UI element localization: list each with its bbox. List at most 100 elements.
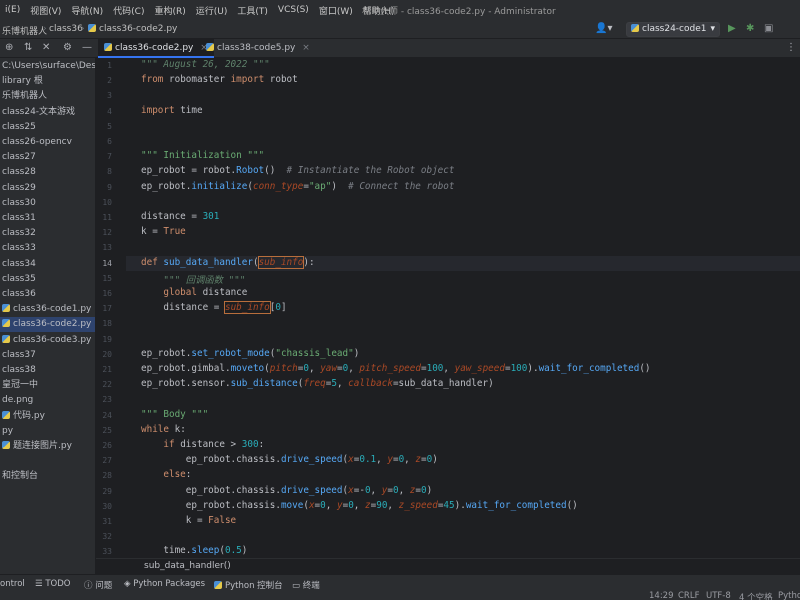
code-line[interactable]: ep_robot.gimbal.moveto(pitch=0, yaw=0, p…: [141, 363, 651, 378]
line-number[interactable]: 5: [96, 122, 112, 131]
breadcrumb-file[interactable]: class36-code2.py: [88, 24, 177, 34]
user-icon[interactable]: 👤▾: [595, 23, 612, 35]
code-line[interactable]: time.sleep(0.5): [141, 545, 247, 558]
code-line[interactable]: from robomaster import robot: [141, 74, 298, 89]
tree-item[interactable]: [0, 454, 95, 469]
code-line[interactable]: ep_robot.set_robot_mode("chassis_lead"): [141, 348, 359, 363]
code-line[interactable]: ep_robot.chassis.drive_speed(x=0.1, y=0,…: [141, 454, 438, 469]
line-number-gutter[interactable]: 1 2 3 4 5 6 7 8 9 10 11 12 13 14 15 16 17 18 19 20 21 22 23 24 2…: [96, 58, 126, 558]
breadcrumb-folder[interactable]: class36: [49, 24, 83, 34]
line-number[interactable]: 30: [96, 502, 112, 511]
tree-item[interactable]: 题连接图片.py: [0, 439, 95, 454]
line-number[interactable]: 15: [96, 274, 112, 283]
code-line[interactable]: else:: [141, 469, 191, 484]
coverage-icon[interactable]: ▣: [764, 23, 773, 35]
gear-icon[interactable]: ⚙: [63, 42, 72, 54]
status-line-separator[interactable]: CRLF: [678, 591, 699, 600]
tree-item[interactable]: py: [0, 424, 95, 439]
line-number[interactable]: 12: [96, 228, 112, 237]
breadcrumb-project[interactable]: 乐博机器人: [2, 24, 47, 37]
tree-item[interactable]: class28: [0, 165, 95, 180]
tree-item[interactable]: class36-code3.py: [0, 333, 95, 348]
tree-item[interactable]: class35: [0, 272, 95, 287]
status-interpreter[interactable]: Pytho: [778, 591, 800, 600]
menu-item-refactor[interactable]: 重构(R): [149, 4, 190, 17]
line-number[interactable]: 4: [96, 107, 112, 116]
line-number[interactable]: 19: [96, 335, 112, 344]
line-number[interactable]: 24: [96, 411, 112, 420]
status-caret-position[interactable]: 14:29: [649, 591, 674, 600]
code-line[interactable]: ep_robot.initialize(conn_type="ap") # Co…: [141, 181, 455, 196]
tree-item[interactable]: de.png: [0, 393, 95, 408]
tool-window-problems[interactable]: ⓘ 问题: [84, 579, 112, 591]
line-number[interactable]: 1: [96, 61, 112, 70]
project-tree[interactable]: C:\Users\surface\Desk library 根乐博机器人 class…: [0, 58, 96, 574]
menu-item-code[interactable]: 代码(C): [108, 4, 149, 17]
run-config-selector[interactable]: class24-code1 ▾: [626, 22, 720, 37]
tab-class38-code5[interactable]: class38-code5.py ×: [200, 39, 316, 58]
code-line[interactable]: ep_robot.sensor.sub_distance(freq=5, cal…: [141, 378, 494, 393]
line-number[interactable]: 2: [96, 76, 112, 85]
tree-item[interactable]: class38: [0, 363, 95, 378]
target-icon[interactable]: ⊕: [5, 42, 13, 54]
code-line[interactable]: if distance > 300:: [141, 439, 264, 454]
code-line[interactable]: ep_robot.chassis.drive_speed(x=-0, y=0, …: [141, 485, 432, 500]
tree-item[interactable]: class25: [0, 120, 95, 135]
line-number[interactable]: 33: [96, 547, 112, 556]
tree-item[interactable]: C:\Users\surface\Desk: [0, 59, 95, 74]
code-line[interactable]: """ August 26, 2022 """: [141, 59, 270, 74]
line-number[interactable]: 17: [96, 304, 112, 313]
tree-item[interactable]: class34: [0, 257, 95, 272]
line-number[interactable]: 6: [96, 137, 112, 146]
code-line[interactable]: ep_robot = robot.Robot() # Instantiate t…: [141, 165, 454, 180]
tree-item[interactable]: library 根: [0, 74, 95, 89]
tree-item[interactable]: 代码.py: [0, 409, 95, 424]
tree-item[interactable]: class32: [0, 226, 95, 241]
tool-window-control[interactable]: ontrol: [0, 579, 25, 589]
expand-icon[interactable]: ✕: [42, 42, 50, 54]
code-line[interactable]: while k:: [141, 424, 186, 439]
code-line[interactable]: k = True: [141, 226, 186, 241]
line-number[interactable]: 26: [96, 441, 112, 450]
tree-item[interactable]: class24-文本游戏: [0, 105, 95, 120]
code-line[interactable]: distance = 301: [141, 211, 219, 226]
tool-window-python-console[interactable]: Python 控制台: [214, 579, 283, 591]
code-line[interactable]: ep_robot.chassis.move(x=0, y=0, z=90, z_…: [141, 500, 578, 515]
code-line[interactable]: """ 回调函数 """: [141, 272, 245, 287]
tree-item[interactable]: class36-code2.py: [0, 317, 95, 333]
code-line[interactable]: """ Initialization """: [141, 150, 264, 165]
line-number[interactable]: 8: [96, 167, 112, 176]
tree-item[interactable]: class36: [0, 287, 95, 302]
code-line[interactable]: global distance: [141, 287, 247, 302]
line-number[interactable]: 28: [96, 471, 112, 480]
line-number[interactable]: 22: [96, 380, 112, 389]
line-number[interactable]: 23: [96, 395, 112, 404]
tree-item[interactable]: 皇冠一中: [0, 378, 95, 393]
tree-item[interactable]: class26-opencv: [0, 135, 95, 150]
line-number[interactable]: 21: [96, 365, 112, 374]
tree-item[interactable]: class31: [0, 211, 95, 226]
tree-item[interactable]: class33: [0, 241, 95, 256]
line-number[interactable]: 10: [96, 198, 112, 207]
tool-window-todo[interactable]: ☰ TODO: [35, 579, 70, 589]
tree-item[interactable]: class37: [0, 348, 95, 363]
code-line[interactable]: import time: [141, 105, 203, 120]
line-number[interactable]: 13: [96, 243, 112, 252]
line-number[interactable]: 16: [96, 289, 112, 298]
menu-item-view[interactable]: 视图(V): [25, 4, 66, 17]
tree-item[interactable]: 乐博机器人: [0, 89, 95, 104]
tree-item[interactable]: class36-code1.py: [0, 302, 95, 317]
line-number[interactable]: 25: [96, 426, 112, 435]
code-line[interactable]: k = False: [141, 515, 236, 530]
line-number[interactable]: 18: [96, 319, 112, 328]
tool-window-terminal[interactable]: ▭ 终端: [292, 579, 320, 591]
tree-item[interactable]: 和控制台: [0, 469, 95, 484]
code-line[interactable]: distance = sub_info[0]: [141, 301, 287, 317]
play-icon[interactable]: ▶: [728, 23, 736, 35]
tree-item[interactable]: class27: [0, 150, 95, 165]
tab-class36-code2[interactable]: class36-code2.py ×: [98, 39, 214, 58]
line-number[interactable]: 27: [96, 456, 112, 465]
line-number[interactable]: 31: [96, 517, 112, 526]
line-number[interactable]: 14: [96, 259, 112, 268]
menu-item-vcs[interactable]: VCS(S): [273, 5, 314, 15]
